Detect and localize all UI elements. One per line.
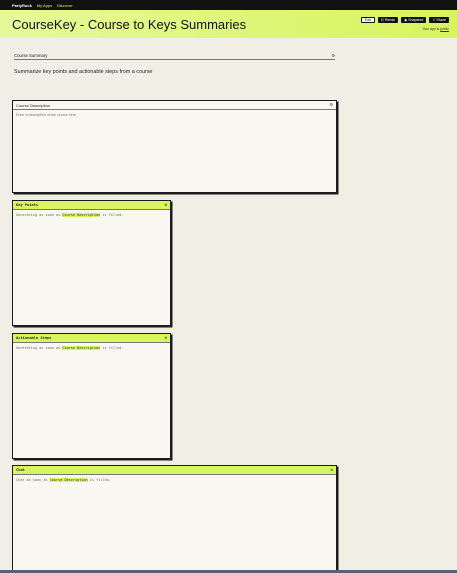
header-actions: Edit ⎘ Remix ◉ Snapshot ⇪ Share (360, 17, 449, 23)
share-button[interactable]: ⇪ Share (429, 17, 449, 23)
section-subtitle: Summarize key points and actionable step… (14, 69, 153, 75)
snapshot-button[interactable]: ◉ Snapshot (401, 17, 427, 23)
edit-button-label: Edit (364, 18, 371, 22)
key-points-widget: Key Points ⚙ Generating as soon as Cours… (12, 200, 171, 326)
gear-icon[interactable]: ⚙ (331, 468, 333, 472)
widget-header: Course Description ⚙ (13, 101, 336, 110)
share-icon: ⇪ (432, 18, 436, 22)
brand-logo[interactable]: PartyRock (12, 3, 32, 8)
visibility-link[interactable]: public (440, 27, 449, 31)
gear-icon[interactable]: ⚙ (329, 103, 333, 107)
widget-header: Key Points ⚙ (13, 201, 170, 210)
dependency-tag[interactable]: Course Description (49, 478, 88, 482)
remix-button-label: Remix (384, 18, 396, 22)
remix-icon: ⎘ (381, 18, 384, 22)
actionable-steps-widget: Actionable Steps ⚙ Generating as soon as… (12, 333, 171, 459)
snapshot-button-label: Snapshot (408, 18, 424, 22)
status-text-end: is filled. (102, 213, 124, 217)
gear-icon[interactable]: ⚙ (331, 53, 335, 58)
status-text-end: is filled. (89, 478, 111, 482)
chat-widget: Chat ⚙ Chat as soon as Course Descriptio… (12, 465, 337, 573)
status-text: Generating as soon as (16, 213, 61, 217)
top-nav: PartyRock My Apps Discover (0, 0, 457, 10)
status-text: Chat as soon as (16, 478, 48, 482)
nav-my-apps[interactable]: My Apps (37, 3, 52, 8)
widget-title: Actionable Steps (16, 336, 52, 340)
course-description-input[interactable] (16, 113, 333, 117)
widget-title: Key Points (16, 203, 39, 207)
widget-header: Chat ⚙ (13, 466, 336, 475)
course-description-widget: Course Description ⚙ (12, 100, 337, 193)
widget-body: Generating as soon as Course Description… (13, 210, 170, 220)
section-title: Course Summary (14, 53, 48, 58)
widget-body: Generating as soon as Course Description… (13, 343, 170, 353)
gear-icon[interactable]: ⚙ (165, 203, 167, 207)
remix-button[interactable]: ⎘ Remix (378, 17, 399, 23)
share-button-label: Share (436, 18, 446, 22)
camera-icon: ◉ (404, 18, 408, 22)
app-title: CourseKey - Course to Keys Summaries (12, 17, 247, 32)
section-header: Course Summary ⚙ (14, 52, 335, 60)
widget-header: Actionable Steps ⚙ (13, 334, 170, 343)
dependency-tag[interactable]: Course Description (62, 346, 101, 350)
visibility-note: Your app is public (422, 27, 449, 31)
gear-icon[interactable]: ⚙ (165, 336, 167, 340)
widget-title: Course Description (16, 102, 51, 108)
dependency-tag[interactable]: Course Description (62, 213, 101, 217)
widget-title: Chat (16, 468, 25, 472)
nav-discover[interactable]: Discover (57, 3, 73, 8)
status-text-end: is filled. (102, 346, 124, 350)
widget-body (13, 110, 336, 120)
widget-body: Chat as soon as Course Description is fi… (13, 475, 336, 485)
edit-button[interactable]: Edit (360, 17, 375, 23)
app-header: CourseKey - Course to Keys Summaries Edi… (0, 10, 457, 38)
status-text: Generating as soon as (16, 346, 61, 350)
visibility-prefix: Your app is (422, 27, 440, 31)
